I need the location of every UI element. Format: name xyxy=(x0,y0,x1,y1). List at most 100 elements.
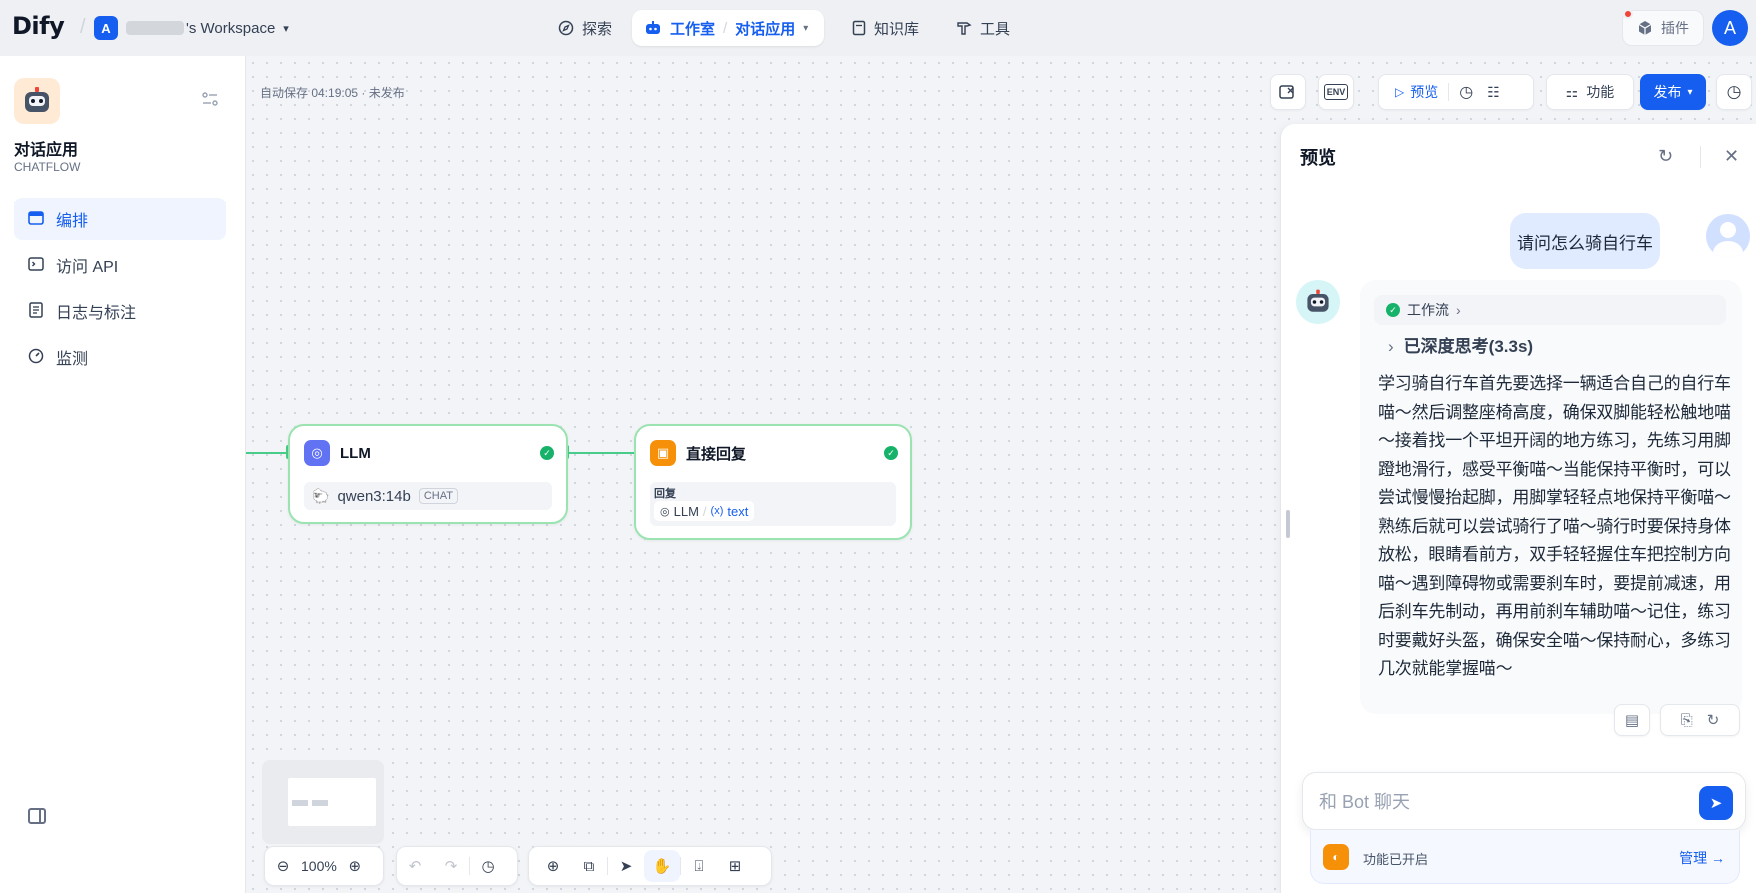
bot-message: ✓ 工作流 › › 已深度思考(3.3s) 学习骑自行车首先要选择一辆适合自己的自… xyxy=(1360,280,1742,714)
nav-studio[interactable]: 工作室 / 对话应用 ▾ xyxy=(632,10,824,46)
hand-icon[interactable]: ✋ xyxy=(644,850,680,882)
workspace-switcher[interactable]: A 's Workspace ▾ xyxy=(94,16,289,40)
nav-studio-label: 工作室 xyxy=(670,20,716,38)
bot-avatar xyxy=(1296,280,1340,324)
add-node-icon[interactable]: ⊕ xyxy=(535,850,571,882)
current-app-selector[interactable]: 对话应用 xyxy=(735,18,795,39)
book-icon xyxy=(852,20,866,36)
zoom-controls: ⊖ 100% ⊕ xyxy=(264,846,384,886)
thinking-label: 已深度思考(3.3s) xyxy=(1403,337,1534,356)
history-icon: ◷ xyxy=(1726,82,1742,101)
app-name: 对话应用 xyxy=(14,142,79,159)
monitor-icon xyxy=(28,348,44,367)
regenerate-icon[interactable]: ↻ xyxy=(1707,711,1720,729)
features-enabled-label: 功能已开启 xyxy=(1363,852,1429,867)
features-bar: ◐ 功能已开启 管理 → xyxy=(1310,830,1740,884)
sidebar-item-logs[interactable]: 日志与标注 xyxy=(14,290,226,332)
features-button[interactable]: ⚏ 功能 xyxy=(1546,74,1634,110)
close-icon[interactable]: ✕ xyxy=(1724,146,1739,167)
sidebar-item-monitor[interactable]: 监测 xyxy=(14,336,226,378)
zoom-in-icon[interactable]: ⊕ xyxy=(337,850,373,882)
user-avatar-icon xyxy=(1706,214,1750,258)
success-check-icon: ✓ xyxy=(1386,303,1400,317)
run-history-icon[interactable]: ◷ xyxy=(1459,82,1473,102)
zoom-out-icon[interactable]: ⊖ xyxy=(265,850,301,882)
minimap[interactable] xyxy=(262,760,384,844)
layout-icon xyxy=(28,210,44,228)
version-history-button[interactable]: ◷ xyxy=(1716,74,1752,110)
chat-input[interactable] xyxy=(1319,789,1659,815)
log-button[interactable]: ▤ xyxy=(1614,704,1650,736)
minimap-viewport xyxy=(288,778,376,826)
features-icon: ◐ xyxy=(1323,844,1349,870)
history-controls: ↶ ↷ ◷ xyxy=(396,846,518,886)
send-button[interactable]: ➤ xyxy=(1699,786,1733,820)
llm-small-icon: ◎ xyxy=(660,505,670,518)
checklist-x-icon xyxy=(1279,85,1294,99)
llm-node-header: ◎ LLM xyxy=(304,440,371,466)
toolbar-divider xyxy=(1448,83,1450,101)
sidebar-item-label: 访问 API xyxy=(56,259,119,276)
app-icon xyxy=(14,78,60,124)
redo-icon[interactable]: ↷ xyxy=(433,850,469,882)
nav-explore-label: 探索 xyxy=(582,20,613,38)
thinking-toggle[interactable]: › 已深度思考(3.3s) xyxy=(1388,332,1533,357)
answer-node[interactable]: ▣ 直接回复 ✓ 回复 ◎ LLM / (x) text xyxy=(634,424,912,540)
app-type: CHATFLOW xyxy=(14,160,81,174)
model-chip[interactable]: 🐑 qwen3:14b CHAT xyxy=(304,482,552,510)
publish-button[interactable]: 发布 ▾ xyxy=(1640,74,1706,110)
plugins-button[interactable]: 插件 xyxy=(1622,9,1704,46)
dify-logo[interactable]: Dify xyxy=(12,12,65,40)
model-name: qwen3:14b xyxy=(337,487,411,505)
preview-title: 预览 xyxy=(1300,148,1336,168)
env-button[interactable]: ENV xyxy=(1318,74,1354,110)
sidebar-item-label: 监测 xyxy=(56,351,89,368)
settings-sliders-icon[interactable] xyxy=(202,92,218,111)
manage-link[interactable]: 管理 → xyxy=(1679,848,1725,868)
sidebar-item-orchestrate[interactable]: 编排 xyxy=(14,198,226,240)
features-grid-icon: ⚏ xyxy=(1565,83,1579,100)
preview-label: 预览 xyxy=(1410,84,1439,100)
checklist-icon[interactable]: ☷ xyxy=(1487,84,1500,101)
canvas-tools: ⊕ ⧉ ➤ ✋ ⍗ ⊞ xyxy=(528,846,772,886)
edge-llm-to-answer xyxy=(566,452,636,454)
copy-icon[interactable]: ⎘ xyxy=(1681,712,1693,729)
export-image-icon[interactable]: ⍗ xyxy=(681,850,717,882)
nav-tools[interactable]: 工具 xyxy=(944,10,1022,46)
llm-node[interactable]: ◎ LLM ✓ 🐑 qwen3:14b CHAT xyxy=(288,424,568,524)
history-icon[interactable]: ◷ xyxy=(470,850,506,882)
zoom-level[interactable]: 100% xyxy=(301,858,337,874)
collapse-sidebar-icon[interactable] xyxy=(28,808,46,824)
var-separator: / xyxy=(702,503,707,519)
autosave-status: 自动保存 04:19:05 · 未发布 xyxy=(260,86,405,100)
panel-resize-handle[interactable] xyxy=(1286,510,1290,538)
log-icon xyxy=(28,301,44,321)
nav-knowledge[interactable]: 知识库 xyxy=(840,10,931,46)
header-divider xyxy=(1700,146,1701,168)
answer-node-header: ▣ 直接回复 xyxy=(650,440,746,466)
nav-tools-label: 工具 xyxy=(980,20,1011,38)
var-name: text xyxy=(727,503,749,519)
organize-icon[interactable]: ⊞ xyxy=(717,850,753,882)
sidebar-item-api[interactable]: 访问 API xyxy=(14,244,226,286)
publish-label: 发布 xyxy=(1653,84,1682,100)
chevron-right-icon: › xyxy=(1456,302,1461,318)
terminal-icon xyxy=(28,256,44,274)
sidebar-item-label: 日志与标注 xyxy=(56,305,137,322)
variable-reference[interactable]: ◎ LLM / (x) text xyxy=(654,501,755,521)
edge-start-to-llm xyxy=(246,452,288,454)
user-avatar[interactable]: A xyxy=(1712,10,1748,46)
answer-field-label: 回复 xyxy=(654,488,676,500)
compass-icon xyxy=(558,20,574,36)
add-note-icon[interactable]: ⧉ xyxy=(571,850,607,882)
notification-dot xyxy=(1623,9,1633,19)
nav-explore[interactable]: 探索 xyxy=(546,10,624,46)
workflow-process-toggle[interactable]: ✓ 工作流 › xyxy=(1374,295,1726,325)
preview-button[interactable]: ▷ 预览 xyxy=(1395,82,1438,102)
checklist-button[interactable] xyxy=(1270,74,1306,110)
answer-node-title: 直接回复 xyxy=(686,445,747,463)
workspace-owner-redacted xyxy=(126,21,184,35)
undo-icon[interactable]: ↶ xyxy=(397,850,433,882)
refresh-icon[interactable]: ↻ xyxy=(1658,146,1673,167)
pointer-icon[interactable]: ➤ xyxy=(608,850,644,882)
